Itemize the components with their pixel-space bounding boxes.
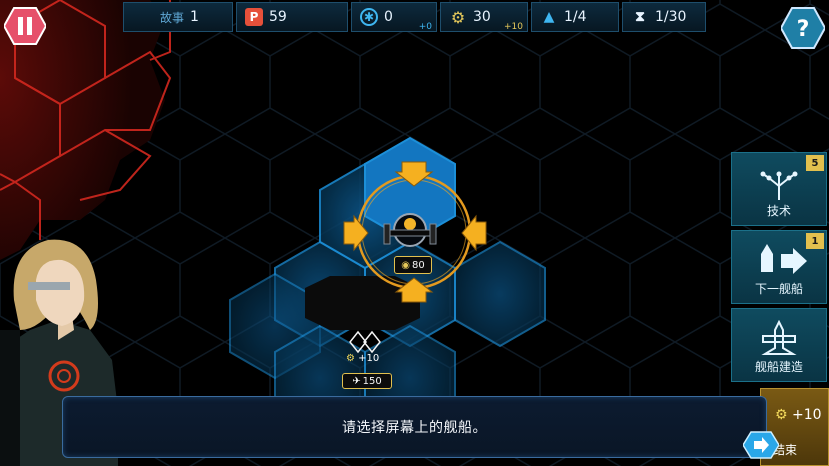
turn-counter: ⧗ 1/30 bbox=[622, 2, 706, 32]
gold-value: 30 bbox=[473, 9, 491, 25]
ship-silhouette bbox=[305, 276, 420, 330]
next-ship-icon bbox=[761, 244, 807, 274]
build-cost-label: ✈ 150 bbox=[342, 373, 392, 389]
pause-icon bbox=[18, 17, 23, 35]
ship-value: 1/4 bbox=[564, 9, 587, 25]
story-counter: 故事 1 bbox=[123, 2, 233, 32]
next-ship-badge: 1 bbox=[806, 233, 824, 249]
gold-gear-icon: ⚙ bbox=[450, 7, 466, 27]
dialog-text: 请选择屏幕上的舰船。 bbox=[342, 420, 487, 436]
dialog-next-button[interactable] bbox=[743, 430, 779, 460]
hourglass-icon: ⧗ bbox=[635, 9, 645, 25]
ship-hp-label: ◉ 80 bbox=[394, 256, 432, 274]
blue-resource: ✱ 0 +0 bbox=[351, 2, 437, 32]
p-points: P 59 bbox=[236, 2, 348, 32]
turn-value: 1/30 bbox=[655, 9, 687, 25]
next-ship-button[interactable]: 1 下一舰船 bbox=[731, 230, 827, 304]
help-button[interactable]: ? bbox=[781, 6, 825, 50]
hp-icon: ◉ bbox=[401, 259, 410, 271]
build-icon: ✈ bbox=[352, 375, 361, 387]
p-badge-icon: P bbox=[245, 8, 263, 26]
p-value: 59 bbox=[269, 9, 287, 25]
blue-gear-icon: ✱ bbox=[360, 8, 378, 26]
ship-build-icon bbox=[761, 320, 797, 355]
gold-gear-icon: ⚙ bbox=[775, 407, 788, 423]
tech-button[interactable]: 5 技术 bbox=[731, 152, 827, 226]
ship-icon: ▲ bbox=[543, 9, 555, 25]
tech-tree-icon bbox=[760, 171, 798, 200]
game-screen: ? 故事 1 P 59 ✱ 0 +0 ⚙ 30 +10 ▲ 1/4 ⧗ 1/30 bbox=[0, 0, 829, 466]
blue-delta: +0 bbox=[418, 22, 432, 32]
tutorial-dialog[interactable]: 请选择屏幕上的舰船。 bbox=[62, 396, 767, 458]
gold-gear-icon: ⚙ bbox=[346, 353, 355, 364]
gold-delta: +10 bbox=[504, 22, 523, 32]
end-turn-bonus: ⚙ +10 bbox=[775, 407, 822, 423]
build-gear-bonus: ⚙ +10 bbox=[346, 353, 380, 364]
pause-button[interactable] bbox=[4, 6, 46, 46]
tech-badge: 5 bbox=[806, 155, 824, 171]
blue-value: 0 bbox=[384, 9, 393, 25]
resource-bar: 故事 1 P 59 ✱ 0 +0 ⚙ 30 +10 ▲ 1/4 ⧗ 1/30 bbox=[123, 2, 706, 34]
gold-resource: ⚙ 30 +10 bbox=[440, 2, 528, 32]
ship-build-button[interactable]: 舰船建造 bbox=[731, 308, 827, 382]
question-icon: ? bbox=[797, 17, 810, 42]
story-value: 1 bbox=[190, 9, 199, 25]
ship-count: ▲ 1/4 bbox=[531, 2, 619, 32]
